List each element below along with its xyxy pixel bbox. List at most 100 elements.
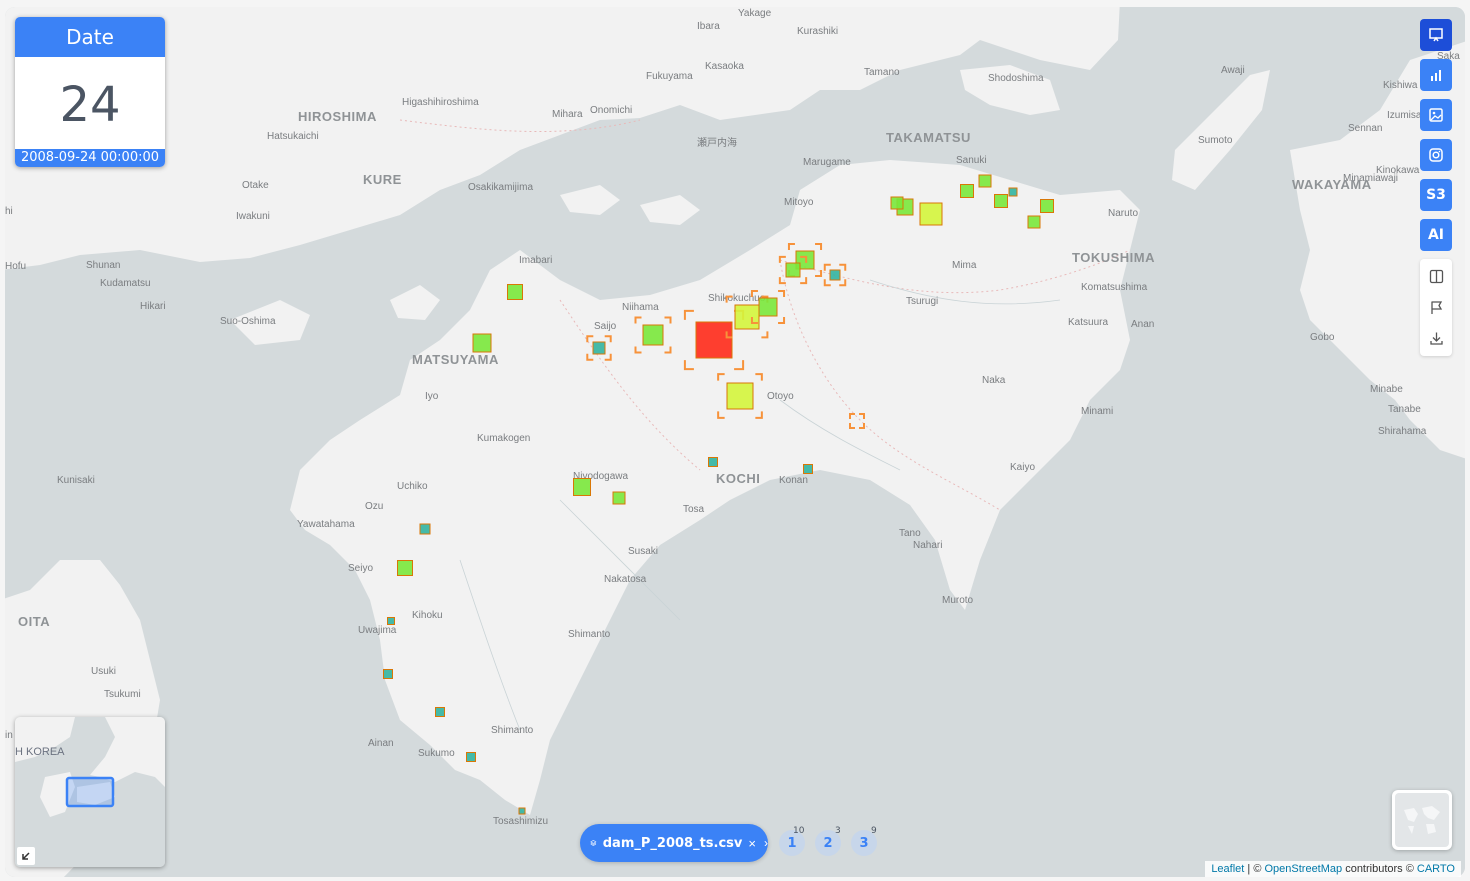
place-label: Susaki	[628, 546, 658, 557]
place-label: Kasaoka	[705, 61, 744, 72]
place-label: Mitoyo	[784, 197, 814, 208]
split-view-icon	[1429, 269, 1443, 284]
dam-marker[interactable]	[734, 304, 760, 330]
place-label: Yawatahama	[297, 519, 355, 530]
arrow-down-left-icon	[22, 852, 30, 860]
attribution-contributors: contributors ©	[1342, 863, 1417, 875]
place-label: Kunisaki	[57, 475, 95, 486]
page-count-3: 9	[871, 826, 877, 836]
place-label: Iwakuni	[236, 211, 270, 222]
ai-button[interactable]: AI	[1420, 219, 1452, 251]
dam-marker[interactable]	[960, 184, 974, 198]
place-label: Shimanto	[568, 629, 611, 640]
place-label: Marugame	[803, 157, 851, 168]
dataset-name: dam_P_2008_ts.csv	[602, 835, 743, 851]
place-label: Suo-Oshima	[220, 316, 276, 327]
osm-link[interactable]: OpenStreetMap	[1264, 863, 1342, 875]
dam-marker[interactable]	[708, 457, 718, 467]
dam-marker[interactable]	[785, 262, 801, 278]
dam-marker[interactable]	[518, 807, 526, 815]
place-label: Tsurugi	[906, 296, 938, 307]
place-label: Shimanto	[491, 725, 534, 736]
place-label: Fukuyama	[646, 71, 693, 82]
dam-marker[interactable]	[803, 464, 813, 474]
presentation-button[interactable]	[1420, 19, 1452, 51]
world-map-icon	[1404, 806, 1440, 834]
place-label: Tano	[899, 528, 921, 539]
basemap-switcher[interactable]	[1392, 790, 1452, 850]
place-label: Sumoto	[1198, 135, 1233, 146]
minimap-toggle-button[interactable]	[17, 847, 35, 865]
app-root: Yakage Ibara Kurashiki Kasaoka Fukuyama Taman…	[0, 0, 1470, 881]
s3-button[interactable]: S3	[1420, 179, 1452, 211]
dam-marker[interactable]	[507, 284, 523, 300]
layers-icon	[590, 840, 597, 846]
dam-marker[interactable]	[397, 560, 413, 576]
dam-marker[interactable]	[435, 707, 445, 717]
dam-marker[interactable]	[1008, 187, 1018, 197]
dam-marker[interactable]	[758, 297, 778, 317]
download-icon	[1429, 332, 1443, 345]
place-label: HIROSHIMA	[298, 109, 377, 124]
dam-marker[interactable]	[419, 523, 431, 535]
place-label: 瀬戸内海	[697, 136, 737, 149]
dam-marker[interactable]	[890, 196, 904, 210]
place-label: Mima	[952, 260, 977, 271]
dam-marker[interactable]	[829, 269, 841, 281]
dam-marker[interactable]	[573, 478, 591, 496]
dam-marker[interactable]	[387, 617, 395, 625]
place-label: Kihoku	[412, 610, 443, 621]
date-day: 24	[59, 77, 121, 133]
carto-link[interactable]: CARTO	[1417, 863, 1455, 875]
place-label: Ibara	[697, 21, 720, 32]
dam-marker[interactable]	[642, 324, 664, 346]
place-label: Kurashiki	[797, 26, 838, 37]
image-button[interactable]	[1420, 99, 1452, 131]
place-label: Tosa	[683, 504, 705, 515]
dataset-expand-button[interactable]: ›	[764, 836, 768, 850]
place-label: Ozu	[365, 501, 383, 512]
dam-marker[interactable]	[472, 333, 492, 353]
flag-button[interactable]	[1420, 292, 1452, 323]
place-label: Sukumo	[418, 748, 455, 759]
dam-marker[interactable]	[592, 341, 606, 355]
dam-marker[interactable]	[919, 202, 943, 226]
dam-marker[interactable]	[695, 321, 733, 359]
place-label: Ainan	[368, 738, 394, 749]
dataset-close-button[interactable]: ×	[748, 836, 756, 851]
place-label: Mihara	[552, 109, 583, 120]
dam-marker[interactable]	[612, 491, 626, 505]
dataset-chip[interactable]: dam_P_2008_ts.csv × ›	[580, 824, 768, 862]
place-label: Usuki	[91, 666, 116, 677]
dam-marker[interactable]	[1040, 199, 1054, 213]
date-timestamp: 2008-09-24 00:00:00	[15, 149, 165, 167]
leaflet-link[interactable]: Leaflet	[1211, 863, 1244, 875]
page-count-2: 3	[835, 826, 841, 836]
place-label: KURE	[363, 172, 402, 187]
place-label: Sennan	[1348, 123, 1382, 134]
place-label: KOCHI	[716, 471, 760, 486]
download-button[interactable]	[1420, 323, 1452, 354]
place-label: Imabari	[519, 255, 552, 266]
map-view[interactable]: Yakage Ibara Kurashiki Kasaoka Fukuyama Taman…	[5, 7, 1465, 877]
flag-icon	[1430, 301, 1442, 314]
minimap-canvas: H KOREA	[15, 717, 165, 867]
map-attribution: Leaflet | © OpenStreetMap contributors ©…	[1205, 861, 1461, 877]
dam-marker[interactable]	[466, 752, 476, 762]
place-label: Minami	[1081, 406, 1113, 417]
place-label: Shirahama	[1378, 426, 1427, 437]
place-label: hi	[5, 206, 13, 217]
split-view-button[interactable]	[1420, 261, 1452, 292]
dam-marker[interactable]	[1027, 215, 1041, 229]
dam-marker[interactable]	[978, 174, 992, 188]
dam-marker[interactable]	[726, 382, 754, 410]
instagram-button[interactable]	[1420, 139, 1452, 171]
dam-marker[interactable]	[994, 194, 1008, 208]
dam-marker[interactable]	[383, 669, 393, 679]
place-label: Higashihiroshima	[402, 97, 479, 108]
instagram-icon	[1429, 148, 1443, 162]
place-label: WAKAYAMA	[1292, 177, 1372, 192]
chart-button[interactable]	[1420, 59, 1452, 91]
minimap[interactable]: H KOREA	[15, 717, 165, 867]
place-label: Konan	[779, 475, 808, 486]
